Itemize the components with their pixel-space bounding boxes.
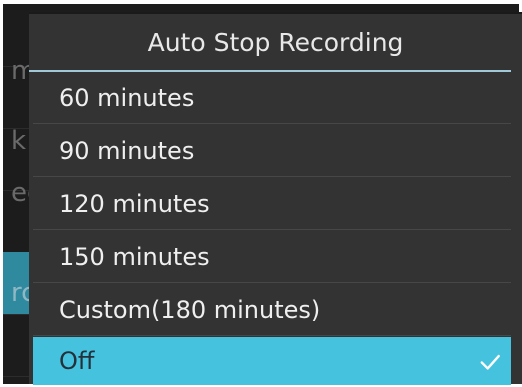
option-off[interactable]: Off [33,337,511,385]
option-label: 120 minutes [59,189,210,218]
background-item-peek: k [11,126,27,156]
option-label: Custom(180 minutes) [59,295,321,324]
option-120-minutes[interactable]: 120 minutes [33,178,511,230]
option-60-minutes[interactable]: 60 minutes [33,72,511,124]
checkmark-icon [480,354,500,370]
option-label: Off [59,347,95,375]
option-label: 150 minutes [59,242,210,271]
option-label: 90 minutes [59,136,195,165]
option-custom-180-minutes[interactable]: Custom(180 minutes) [33,284,511,336]
auto-stop-recording-dialog: Auto Stop Recording 60 minutes 90 minute… [29,12,522,385]
option-90-minutes[interactable]: 90 minutes [33,125,511,177]
option-label: 60 minutes [59,83,195,112]
option-150-minutes[interactable]: 150 minutes [33,231,511,283]
screen: m k ec rc Auto Stop Recording 60 minutes… [0,0,522,387]
dialog-title: Auto Stop Recording [147,28,404,57]
